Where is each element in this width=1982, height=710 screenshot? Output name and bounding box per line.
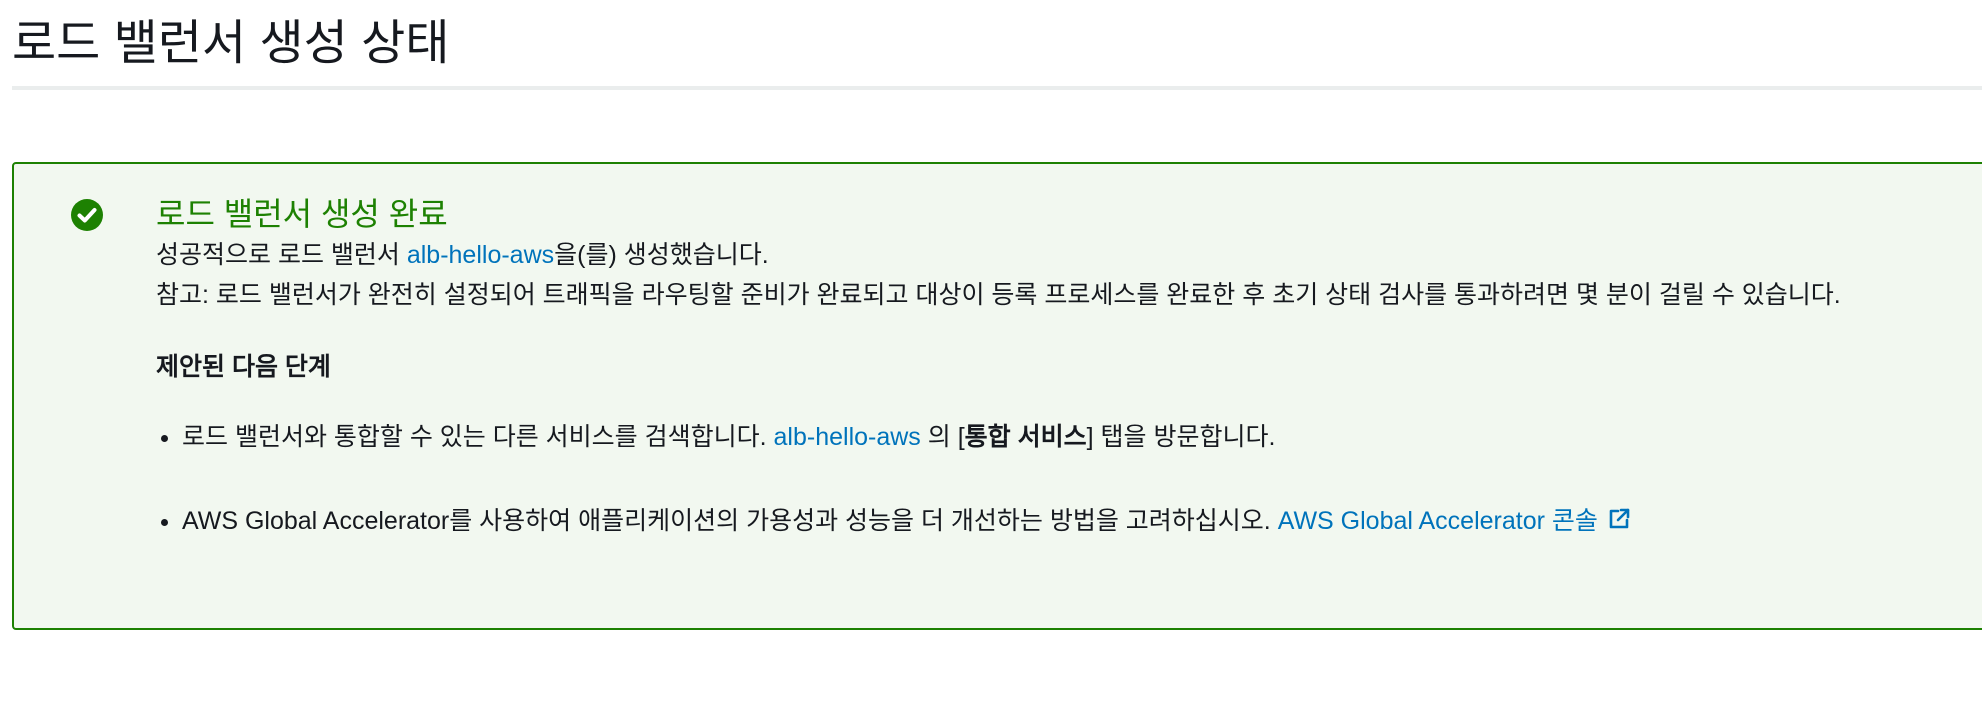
step-text-end: ] 탭을 방문합니다. <box>1086 423 1276 451</box>
step-text: 로드 밸런서와 통합할 수 있는 다른 서비스를 검색합니다. <box>182 423 774 451</box>
success-message: 성공적으로 로드 밸런서 alb-hello-aws을(를) 생성했습니다. <box>156 238 1982 272</box>
integrated-services-tab-name: 통합 서비스 <box>964 423 1087 451</box>
global-accelerator-console-link-label: AWS Global Accelerator 콘솔 <box>1277 507 1598 535</box>
global-accelerator-console-link[interactable]: AWS Global Accelerator 콘솔 <box>1278 507 1632 535</box>
success-message-prefix: 성공적으로 로드 밸런서 <box>156 241 407 269</box>
list-item: 로드 밸런서와 통합할 수 있는 다른 서비스를 검색합니다. alb-hell… <box>182 420 1982 454</box>
note-text: 참고: 로드 밸런서가 완전히 설정되어 트래픽을 라우팅할 준비가 완료되고 … <box>156 281 1841 309</box>
flash-content: 로드 밸런서 생성 완료 성공적으로 로드 밸런서 alb-hello-aws을… <box>156 194 1982 538</box>
check-circle-icon <box>71 199 103 231</box>
external-link-icon <box>1609 508 1630 529</box>
load-balancer-link[interactable]: alb-hello-aws <box>407 241 554 269</box>
flash-title: 로드 밸런서 생성 완료 <box>156 196 448 232</box>
step-text: AWS Global Accelerator를 사용하여 애플리케이션의 가용성… <box>182 507 1278 535</box>
step-text-middle: 의 [ <box>920 423 965 451</box>
load-balancer-link[interactable]: alb-hello-aws <box>774 423 921 451</box>
page-header: 로드 밸런서 생성 상태 <box>12 0 1982 90</box>
list-item: AWS Global Accelerator를 사용하여 애플리케이션의 가용성… <box>182 504 1982 538</box>
success-message-suffix: 을(를) 생성했습니다. <box>554 241 769 269</box>
page-title: 로드 밸런서 생성 상태 <box>12 17 450 70</box>
next-steps-heading: 제안된 다음 단계 <box>156 353 331 381</box>
next-steps-list: 로드 밸런서와 통합할 수 있는 다른 서비스를 검색합니다. alb-hell… <box>156 420 1982 538</box>
success-flash-alert: 로드 밸런서 생성 완료 성공적으로 로드 밸런서 alb-hello-aws을… <box>12 162 1982 630</box>
